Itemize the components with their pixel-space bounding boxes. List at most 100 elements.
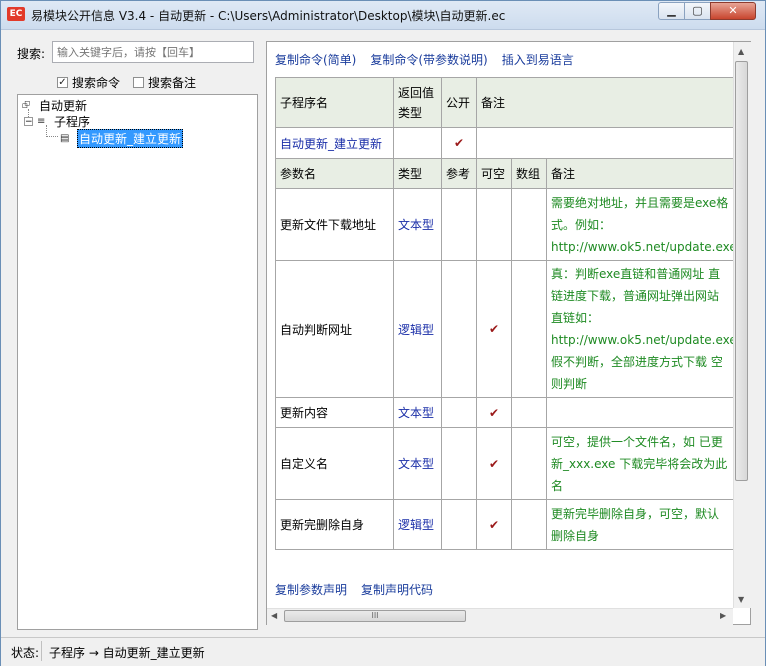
param-row: 更新完删除自身 逻辑型 ✔ 更新完毕删除自身，可空，默认 删除自身	[275, 499, 747, 550]
param-note-line: 直链如：	[551, 311, 600, 325]
param-note: 真：判断exe直链和普通网址 直链进度下载，普通网址弹出网站 直链如： http:/…	[546, 260, 747, 398]
status-text: 子程序 → 自动更新_建立更新	[49, 646, 205, 660]
module-icon: ⮺	[22, 99, 31, 111]
param-name: 自定义名	[275, 427, 394, 500]
param-row: 自定义名 文本型 ✔ 可空，提供一个文件名，如 已更 新_xxx.exe 下载完毕将会改…	[275, 427, 747, 500]
tree-node-root[interactable]: ⮺ 自动更新	[22, 97, 87, 114]
param-note-line: 名	[551, 478, 564, 493]
search-commands-option[interactable]: ✓ 搜索命令	[57, 74, 120, 91]
param-header-name: 参数名	[275, 158, 394, 189]
proc-public-check: ✔	[441, 127, 477, 159]
param-note-line: http://www.ok5.net/update.exe	[551, 239, 737, 254]
collapse-icon[interactable]: −	[24, 117, 33, 127]
proc-header-return-line2: 类型	[398, 105, 423, 120]
param-nullable-check: ✔	[476, 427, 512, 500]
param-note-line: 更新完毕删除自身，可空，默认	[551, 506, 720, 521]
param-type: 逻辑型	[393, 260, 442, 398]
param-type: 文本型	[393, 188, 442, 261]
top-links: 复制命令(简单) 复制命令(带参数说明) 插入到易语言	[275, 51, 574, 68]
param-note-line: 删除自身	[551, 528, 600, 543]
status-label: 状态:	[11, 646, 40, 660]
scroll-left-icon[interactable]: ◀	[271, 611, 277, 620]
bottom-links: 复制参数声明 复制声明代码	[275, 581, 433, 598]
procedure-table: 子程序名 返回值 类型 公开 备注 自动更新_建立更新 ✔ 参数名 类型 参考 …	[275, 77, 747, 550]
param-type: 逻辑型	[393, 499, 442, 550]
param-nullable-check: ✔	[476, 499, 512, 550]
title-bar[interactable]: EC 易模块公开信息 V3.4 - 自动更新 - C:\Users\Admini…	[1, 1, 765, 30]
param-header-nullable: 可空	[476, 158, 512, 189]
param-note	[546, 397, 747, 428]
copy-with-params-link[interactable]: 复制命令(带参数说明)	[370, 51, 487, 68]
search-commands-checkbox[interactable]: ✓	[57, 77, 68, 88]
param-note-line: 新_xxx.exe 下载完毕将会改为此	[551, 456, 728, 471]
param-row: 更新内容 文本型 ✔	[275, 397, 747, 428]
param-note-line: 可空，提供一个文件名，如 已更	[551, 434, 723, 449]
param-header-note: 备注	[546, 158, 747, 189]
close-button[interactable]: ✕	[710, 2, 756, 20]
param-nullable-check: ✔	[476, 260, 512, 398]
tree-node-folder[interactable]: − ≡ 子程序	[24, 113, 90, 130]
param-header-ref: 参考	[441, 158, 477, 189]
app-icon: EC	[7, 7, 25, 21]
scroll-down-icon[interactable]: ▼	[738, 595, 744, 604]
param-note: 更新完毕删除自身，可空，默认 删除自身	[546, 499, 747, 550]
proc-note	[476, 127, 747, 159]
tree-connector	[46, 136, 58, 137]
param-ref	[441, 260, 477, 398]
param-name: 更新文件下载地址	[275, 188, 394, 261]
search-commands-label: 搜索命令	[72, 76, 121, 90]
vertical-scroll-thumb[interactable]	[735, 61, 748, 481]
copy-simple-link[interactable]: 复制命令(简单)	[275, 51, 356, 68]
param-note-line: 链进度下载，普通网址弹出网站	[551, 289, 720, 303]
proc-header-public: 公开	[441, 77, 477, 128]
tree-node-selected[interactable]: ▤ 自动更新_建立更新	[60, 129, 184, 148]
param-header-type: 类型	[393, 158, 442, 189]
search-label: 搜索:	[17, 47, 46, 61]
copy-decl-code-link[interactable]: 复制声明代码	[361, 581, 433, 598]
param-note-line: 需要绝对地址，并且需要是exe格	[551, 195, 729, 210]
copy-param-decl-link[interactable]: 复制参数声明	[275, 581, 347, 598]
proc-header-return: 返回值 类型	[393, 77, 442, 128]
param-array	[511, 427, 547, 500]
module-tree[interactable]: ⮺ 自动更新 − ≡ 子程序 ▤ 自动更新_建立更新	[17, 94, 258, 630]
status-bar: 状态: 子程序 → 自动更新_建立更新	[1, 637, 765, 666]
param-name: 自动判断网址	[275, 260, 394, 398]
tree-node-folder-label: 子程序	[54, 115, 91, 129]
horizontal-scroll-thumb[interactable]: III	[284, 610, 466, 622]
param-ref	[441, 499, 477, 550]
scroll-up-icon[interactable]: ▲	[738, 47, 744, 56]
insert-link[interactable]: 插入到易语言	[502, 51, 574, 68]
param-nullable-check	[476, 188, 512, 261]
status-divider	[41, 641, 42, 661]
details-panel: 复制命令(简单) 复制命令(带参数说明) 插入到易语言 子程序名 返回值 类型 …	[266, 41, 751, 625]
minimize-button[interactable]: ▁	[658, 2, 685, 20]
param-array	[511, 260, 547, 398]
search-notes-label: 搜索备注	[148, 76, 197, 90]
procedure-icon: ▤	[60, 132, 70, 144]
maximize-button[interactable]: ▢	[684, 2, 711, 20]
param-row: 更新文件下载地址 文本型 需要绝对地址，并且需要是exe格 式。例如： http://w…	[275, 188, 747, 261]
proc-header-return-line1: 返回值	[398, 85, 435, 100]
proc-return-type	[393, 127, 442, 159]
param-note-line: http://www.ok5.net/update.exe	[551, 333, 737, 347]
param-note-line: 真：判断exe直链和普通网址 直	[551, 267, 721, 281]
param-array	[511, 188, 547, 261]
proc-name[interactable]: 自动更新_建立更新	[275, 127, 394, 159]
param-array	[511, 397, 547, 428]
param-type: 文本型	[393, 397, 442, 428]
param-note-line: 假不判断，全部进度方式下载 空	[551, 355, 723, 369]
proc-row: 自动更新_建立更新 ✔	[275, 127, 747, 159]
window-title: 易模块公开信息 V3.4 - 自动更新 - C:\Users\Administr…	[31, 9, 506, 23]
proc-header-note: 备注	[476, 77, 747, 128]
search-notes-option[interactable]: 搜索备注	[133, 74, 196, 91]
search-notes-checkbox[interactable]	[133, 77, 144, 88]
tree-node-root-label: 自动更新	[39, 99, 88, 113]
param-note-line: 则判断	[551, 377, 588, 391]
param-row: 自动判断网址 逻辑型 ✔ 真：判断exe直链和普通网址 直链进度下载，普通网址弹出网站…	[275, 260, 747, 398]
proc-header-name: 子程序名	[275, 77, 394, 128]
search-input[interactable]	[52, 41, 254, 63]
param-nullable-check: ✔	[476, 397, 512, 428]
param-name: 更新完删除自身	[275, 499, 394, 550]
param-note: 需要绝对地址，并且需要是exe格 式。例如： http://www.ok5.net/…	[546, 188, 747, 261]
scroll-right-icon[interactable]: ▶	[720, 611, 726, 620]
